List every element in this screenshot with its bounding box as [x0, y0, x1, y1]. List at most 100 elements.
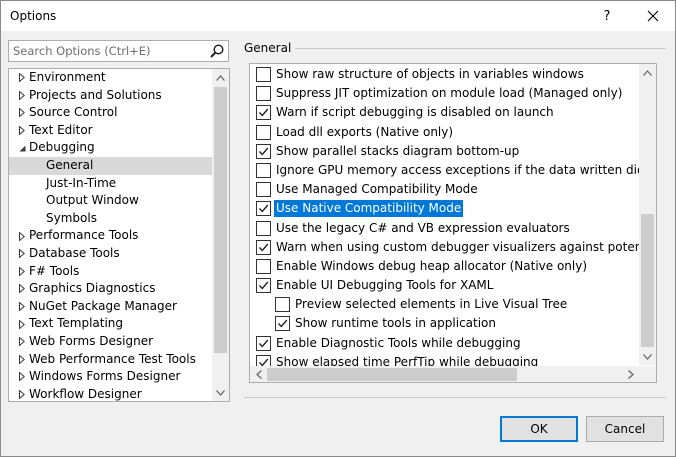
cancel-button[interactable]: Cancel	[586, 416, 664, 442]
checked-checkbox[interactable]	[256, 278, 271, 294]
collapsed-arrow-icon[interactable]	[17, 122, 27, 140]
option-row[interactable]: Use Native Compatibility Mode	[250, 199, 639, 218]
tree-item[interactable]: Workflow Designer	[9, 386, 212, 401]
unchecked-checkbox[interactable]	[275, 297, 290, 313]
close-button[interactable]	[631, 1, 675, 31]
option-label[interactable]: Show elapsed time PerfTip while debuggin…	[274, 354, 540, 366]
unchecked-checkbox[interactable]	[256, 67, 271, 82]
checked-checkbox[interactable]	[256, 105, 271, 121]
option-row[interactable]: Preview selected elements in Live Visual…	[250, 295, 639, 314]
scroll-up-arrow-icon[interactable]	[212, 69, 229, 86]
tree-vertical-scrollbar[interactable]	[212, 69, 229, 401]
option-row[interactable]: Show raw structure of objects in variabl…	[250, 65, 639, 84]
option-row[interactable]: Enable UI Debugging Tools for XAML	[250, 276, 639, 295]
tree-scroll-thumb[interactable]	[214, 87, 227, 353]
collapsed-arrow-icon[interactable]	[17, 69, 27, 87]
tree-item[interactable]: F# Tools	[9, 263, 212, 281]
tree-item[interactable]: Environment	[9, 69, 212, 87]
collapsed-arrow-icon[interactable]	[17, 245, 27, 263]
tree-item[interactable]: Web Forms Designer	[9, 333, 212, 351]
option-label[interactable]: Show runtime tools in application	[293, 315, 498, 332]
tree-item[interactable]: Text Templating	[9, 315, 212, 333]
search-input[interactable]	[9, 41, 205, 61]
options-vertical-scrollbar[interactable]	[639, 64, 656, 365]
checked-checkbox[interactable]	[256, 354, 271, 366]
collapsed-arrow-icon[interactable]	[17, 315, 27, 333]
unchecked-checkbox[interactable]	[256, 220, 271, 236]
scroll-up-arrow-icon[interactable]	[639, 64, 656, 81]
tree-item[interactable]: General	[9, 156, 212, 175]
ok-button[interactable]: OK	[500, 416, 578, 442]
option-label[interactable]: Use Native Compatibility Mode	[274, 200, 464, 218]
unchecked-checkbox[interactable]	[256, 124, 271, 140]
option-label[interactable]: Use Managed Compatibility Mode	[274, 181, 480, 198]
tree-item[interactable]: Performance Tools	[9, 227, 212, 245]
option-label[interactable]: Enable Diagnostic Tools while debugging	[274, 335, 523, 352]
tree-item[interactable]: Windows Forms Designer	[9, 368, 212, 386]
option-row[interactable]: Warn if script debugging is disabled on …	[250, 103, 639, 122]
option-row[interactable]: Ignore GPU memory access exceptions if t…	[250, 161, 639, 180]
tree-item[interactable]: Output Window	[9, 192, 212, 210]
scroll-down-arrow-icon[interactable]	[639, 348, 656, 365]
tree-item[interactable]: Source Control	[9, 104, 212, 122]
option-label[interactable]: Suppress JIT optimization on module load…	[274, 85, 624, 102]
option-label[interactable]: Use the legacy C# and VB expression eval…	[274, 220, 572, 237]
option-label[interactable]: Enable UI Debugging Tools for XAML	[274, 277, 495, 294]
checked-checkbox[interactable]	[256, 335, 271, 351]
option-row[interactable]: Show parallel stacks diagram bottom-up	[250, 142, 639, 161]
tree-item[interactable]: Just-In-Time	[9, 175, 212, 193]
checked-checkbox[interactable]	[275, 316, 290, 332]
checked-checkbox[interactable]	[256, 143, 271, 159]
scroll-left-arrow-icon[interactable]	[250, 366, 267, 382]
option-label[interactable]: Show raw structure of objects in variabl…	[274, 66, 586, 83]
collapsed-arrow-icon[interactable]	[17, 87, 27, 105]
collapsed-arrow-icon[interactable]	[17, 104, 27, 122]
collapsed-arrow-icon[interactable]	[17, 280, 27, 298]
option-row[interactable]: Use the legacy C# and VB expression eval…	[250, 219, 639, 238]
options-scroll-thumb[interactable]	[641, 214, 654, 347]
collapsed-arrow-icon[interactable]	[17, 263, 27, 281]
option-label[interactable]: Enable Windows debug heap allocator (Nat…	[274, 258, 589, 275]
collapsed-arrow-icon[interactable]	[17, 386, 27, 401]
scroll-right-arrow-icon[interactable]	[622, 366, 639, 382]
checked-checkbox[interactable]	[256, 201, 271, 217]
tree-item[interactable]: Database Tools	[9, 245, 212, 263]
tree-item[interactable]: Web Performance Test Tools	[9, 351, 212, 369]
collapsed-arrow-icon[interactable]	[17, 368, 27, 386]
tree-item[interactable]: Text Editor	[9, 122, 212, 140]
search-box[interactable]	[8, 40, 229, 62]
unchecked-checkbox[interactable]	[256, 86, 271, 102]
collapsed-arrow-icon[interactable]	[17, 351, 27, 369]
tree-item[interactable]: Graphics Diagnostics	[9, 280, 212, 298]
options-hscroll-thumb[interactable]	[267, 368, 517, 381]
option-label[interactable]: Ignore GPU memory access exceptions if t…	[274, 162, 639, 179]
collapsed-arrow-icon[interactable]	[17, 333, 27, 351]
option-row[interactable]: Enable Windows debug heap allocator (Nat…	[250, 257, 639, 276]
option-label[interactable]: Load dll exports (Native only)	[274, 124, 455, 141]
tree-item[interactable]: Symbols	[9, 210, 212, 228]
option-row[interactable]: Use Managed Compatibility Mode	[250, 180, 639, 199]
tree-item[interactable]: Debugging	[9, 139, 212, 157]
option-label[interactable]: Warn if script debugging is disabled on …	[274, 104, 556, 121]
option-label[interactable]: Preview selected elements in Live Visual…	[293, 296, 569, 313]
unchecked-checkbox[interactable]	[256, 182, 271, 198]
options-horizontal-scrollbar[interactable]	[250, 366, 639, 382]
option-row[interactable]: Show elapsed time PerfTip while debuggin…	[250, 353, 639, 366]
help-button[interactable]: ?	[585, 1, 629, 31]
option-row[interactable]: Suppress JIT optimization on module load…	[250, 84, 639, 103]
option-row[interactable]: Show runtime tools in application	[250, 314, 639, 333]
search-icon[interactable]	[209, 43, 225, 59]
options-tree[interactable]: Environment Projects and Solutions Source …	[8, 68, 230, 402]
option-label[interactable]: Show parallel stacks diagram bottom-up	[274, 143, 521, 160]
scroll-down-arrow-icon[interactable]	[212, 384, 229, 401]
option-row[interactable]: Load dll exports (Native only)	[250, 123, 639, 142]
option-label[interactable]: Warn when using custom debugger visualiz…	[274, 239, 639, 256]
unchecked-checkbox[interactable]	[256, 162, 271, 178]
collapsed-arrow-icon[interactable]	[17, 227, 27, 245]
option-row[interactable]: Enable Diagnostic Tools while debugging	[250, 334, 639, 353]
expanded-arrow-icon[interactable]	[17, 139, 27, 157]
tree-item[interactable]: Projects and Solutions	[9, 87, 212, 105]
tree-item[interactable]: NuGet Package Manager	[9, 298, 212, 316]
option-row[interactable]: Warn when using custom debugger visualiz…	[250, 238, 639, 257]
unchecked-checkbox[interactable]	[256, 258, 271, 274]
